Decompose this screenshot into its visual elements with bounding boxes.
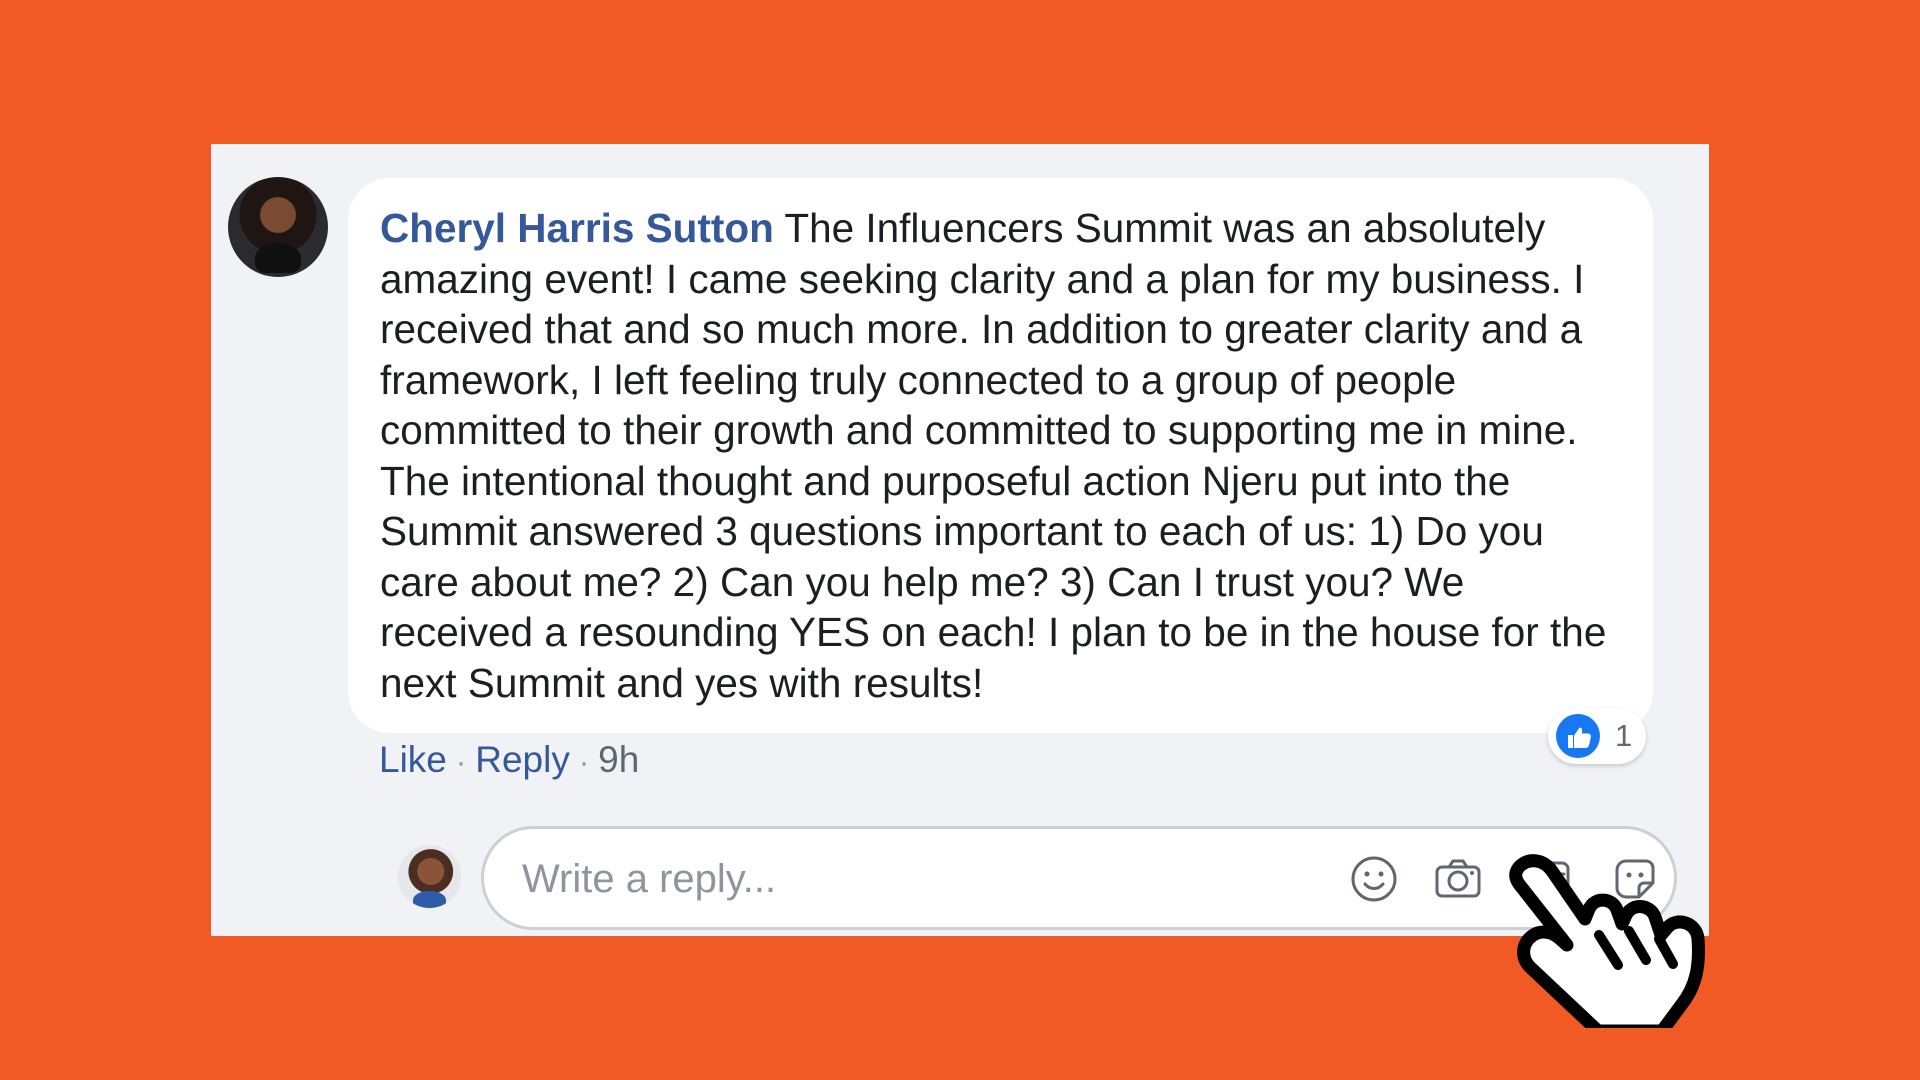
comment-actions: Like · Reply · 9h: [379, 739, 639, 781]
comment-author[interactable]: Cheryl Harris Sutton: [380, 205, 774, 251]
thumbs-up-icon: [1556, 714, 1600, 758]
camera-icon[interactable]: [1432, 853, 1484, 905]
separator-dot: ·: [578, 744, 590, 779]
reply-box[interactable]: [481, 826, 1677, 930]
reply-composer: [211, 823, 1709, 936]
reaction-count: 1: [1615, 718, 1633, 753]
commenter-avatar[interactable]: [228, 177, 328, 277]
smiley-icon[interactable]: [1348, 853, 1400, 905]
current-user-avatar: [398, 845, 461, 908]
separator-dot: ·: [455, 744, 467, 779]
comment-bubble: Cheryl Harris Sutton The Influencers Sum…: [348, 178, 1653, 733]
comment-text: The Influencers Summit was an absolutely…: [380, 205, 1607, 706]
like-link[interactable]: Like: [379, 739, 447, 780]
reaction-summary[interactable]: 1: [1548, 708, 1646, 764]
reply-link[interactable]: Reply: [475, 739, 570, 780]
reply-input[interactable]: [520, 853, 1284, 905]
comment-timestamp[interactable]: 9h: [598, 739, 639, 780]
hand-pointer-icon: [1506, 848, 1716, 1038]
comment-card: Cheryl Harris Sutton The Influencers Sum…: [211, 144, 1709, 936]
